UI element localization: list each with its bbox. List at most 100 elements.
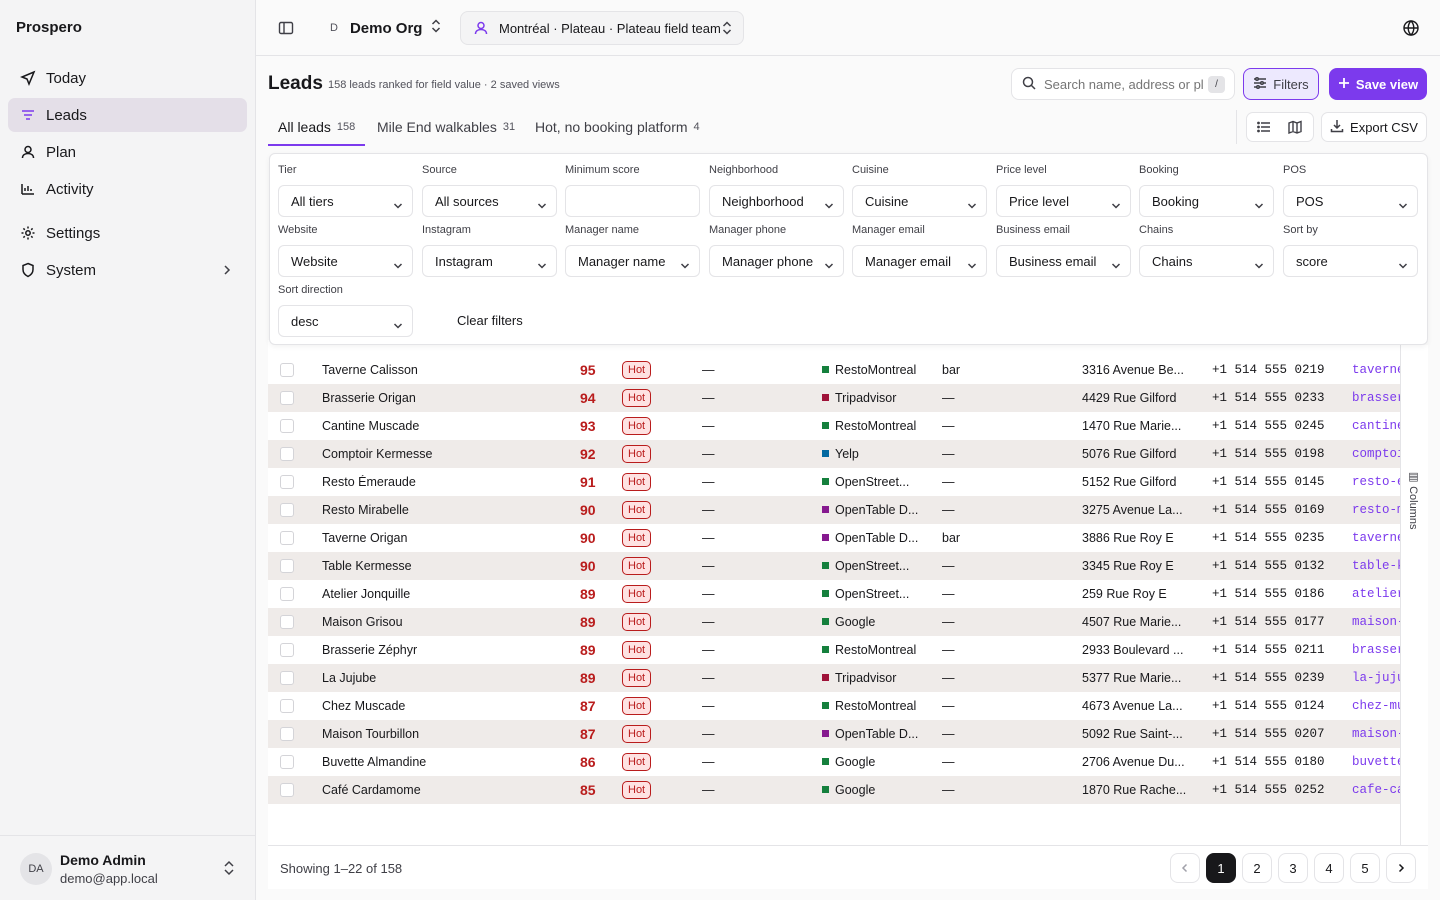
table-row[interactable]: Taverne Calisson 95 Hot — RestoMontreal bar 33…	[268, 356, 1400, 384]
lead-name[interactable]: Café Cardamome	[322, 783, 552, 797]
table-row[interactable]: Resto Émeraude 91 Hot — OpenStreet... — 5152 R…	[268, 468, 1400, 496]
lead-slug[interactable]: taverne-	[1352, 363, 1400, 377]
filter-select[interactable]: Cuisine	[852, 185, 987, 217]
row-checkbox[interactable]	[280, 391, 294, 405]
row-checkbox[interactable]	[280, 447, 294, 461]
lead-name[interactable]: Comptoir Kermesse	[322, 447, 552, 461]
sidebar-item-leads[interactable]: Leads	[8, 98, 247, 132]
page-button[interactable]: 3	[1278, 853, 1308, 883]
table-row[interactable]: Chez Muscade 87 Hot — RestoMontreal — 4673 Ave…	[268, 692, 1400, 720]
list-view-icon[interactable]	[1257, 120, 1271, 137]
table-row[interactable]: Maison Grisou 89 Hot — Google — 4507 Rue Marie…	[268, 608, 1400, 636]
sidebar-item-settings[interactable]: Settings	[8, 216, 247, 250]
filter-select[interactable]: All tiers	[278, 185, 413, 217]
table-row[interactable]: Café Cardamome 85 Hot — Google — 1870 Rue Rach…	[268, 776, 1400, 804]
filter-select[interactable]: Manager phone	[709, 245, 844, 277]
lead-name[interactable]: Buvette Almandine	[322, 755, 552, 769]
lead-slug[interactable]: chez-mu	[1352, 699, 1400, 713]
lead-slug[interactable]: table-ke	[1352, 559, 1400, 573]
table-row[interactable]: Taverne Origan 90 Hot — OpenTable D... bar 388…	[268, 524, 1400, 552]
row-checkbox[interactable]	[280, 643, 294, 657]
row-checkbox[interactable]	[280, 475, 294, 489]
save-view-button[interactable]: Save view	[1329, 68, 1427, 100]
minimum-score-input[interactable]	[565, 185, 700, 217]
row-checkbox[interactable]	[280, 615, 294, 629]
table-row[interactable]: Resto Mirabelle 90 Hot — OpenTable D... — 3275…	[268, 496, 1400, 524]
sidebar-item-today[interactable]: Today	[8, 61, 247, 95]
page-button[interactable]: 4	[1314, 853, 1344, 883]
sidebar-item-plan[interactable]: Plan	[8, 135, 247, 169]
filter-select[interactable]: Website	[278, 245, 413, 277]
filter-select[interactable]: POS	[1283, 185, 1418, 217]
row-checkbox[interactable]	[280, 559, 294, 573]
table-row[interactable]: Table Kermesse 90 Hot — OpenStreet... — 3345 R…	[268, 552, 1400, 580]
page-button[interactable]: 1	[1206, 853, 1236, 883]
filters-button[interactable]: Filters	[1243, 68, 1319, 100]
lead-name[interactable]: Table Kermesse	[322, 559, 552, 573]
lead-name[interactable]: Taverne Calisson	[322, 363, 552, 377]
prev-page-button[interactable]	[1170, 853, 1200, 883]
lead-name[interactable]: Maison Grisou	[322, 615, 552, 629]
row-checkbox[interactable]	[280, 587, 294, 601]
lead-slug[interactable]: atelier-j	[1352, 587, 1400, 601]
page-button[interactable]: 5	[1350, 853, 1380, 883]
lead-slug[interactable]: brasseri	[1352, 391, 1400, 405]
lead-slug[interactable]: buvette-	[1352, 755, 1400, 769]
lead-name[interactable]: Cantine Muscade	[322, 419, 552, 433]
filter-select[interactable]: All sources	[422, 185, 557, 217]
filter-select[interactable]: desc	[278, 305, 413, 337]
page-button[interactable]: 2	[1242, 853, 1272, 883]
filter-select[interactable]: Manager email	[852, 245, 987, 277]
org-switcher[interactable]: D Demo Org	[330, 12, 442, 44]
filter-select[interactable]: score	[1283, 245, 1418, 277]
lead-slug[interactable]: comptoi	[1352, 447, 1400, 461]
row-checkbox[interactable]	[280, 671, 294, 685]
filter-select[interactable]: Instagram	[422, 245, 557, 277]
lead-name[interactable]: Brasserie Origan	[322, 391, 552, 405]
lead-slug[interactable]: brasseri	[1352, 643, 1400, 657]
row-checkbox[interactable]	[280, 755, 294, 769]
row-checkbox[interactable]	[280, 419, 294, 433]
next-page-button[interactable]	[1386, 853, 1416, 883]
lead-slug[interactable]: maison-	[1352, 727, 1400, 741]
table-row[interactable]: Atelier Jonquille 89 Hot — OpenStreet... — 259…	[268, 580, 1400, 608]
lead-name[interactable]: Brasserie Zéphyr	[322, 643, 552, 657]
map-view-icon[interactable]	[1288, 120, 1302, 137]
lead-name[interactable]: Resto Émeraude	[322, 475, 552, 489]
lead-slug[interactable]: taverne-	[1352, 531, 1400, 545]
sidebar-toggle-icon[interactable]	[278, 20, 294, 39]
lead-name[interactable]: Taverne Origan	[322, 531, 552, 545]
lead-name[interactable]: Resto Mirabelle	[322, 503, 552, 517]
search-box[interactable]: /	[1011, 68, 1235, 100]
location-switcher[interactable]: Montréal · Plateau · Plateau field team	[460, 11, 744, 45]
tab-mile-end-walkables[interactable]: Mile End walkables 31	[377, 108, 515, 146]
lead-slug[interactable]: cafe-ca	[1352, 783, 1400, 797]
user-menu[interactable]: DA Demo Admin demo@app.local	[0, 835, 256, 900]
table-row[interactable]: Buvette Almandine 86 Hot — Google — 2706 Avenu…	[268, 748, 1400, 776]
row-checkbox[interactable]	[280, 783, 294, 797]
filter-select[interactable]: Booking	[1139, 185, 1274, 217]
search-input[interactable]	[1044, 76, 1204, 92]
row-checkbox[interactable]	[280, 363, 294, 377]
filter-select[interactable]: Manager name	[565, 245, 700, 277]
row-checkbox[interactable]	[280, 727, 294, 741]
tab-hot-no-booking[interactable]: Hot, no booking platform 4	[535, 108, 700, 146]
lead-slug[interactable]: maison-	[1352, 615, 1400, 629]
table-row[interactable]: Maison Tourbillon 87 Hot — OpenTable D... — 50…	[268, 720, 1400, 748]
clear-filters-button[interactable]: Clear filters	[457, 313, 523, 328]
lead-slug[interactable]: resto-m	[1352, 503, 1400, 517]
tab-all-leads[interactable]: All leads 158	[268, 108, 366, 146]
row-checkbox[interactable]	[280, 699, 294, 713]
lead-name[interactable]: La Jujube	[322, 671, 552, 685]
table-row[interactable]: La Jujube 89 Hot — Tripadvisor — 5377 Rue Mari…	[268, 664, 1400, 692]
export-csv-button[interactable]: Export CSV	[1321, 112, 1427, 142]
lead-name[interactable]: Chez Muscade	[322, 699, 552, 713]
filter-select[interactable]: Neighborhood	[709, 185, 844, 217]
lead-slug[interactable]: la-jujube	[1352, 671, 1400, 685]
sidebar-item-system[interactable]: System	[8, 253, 247, 287]
columns-toggle[interactable]: ▤ Columns	[1400, 345, 1428, 845]
table-row[interactable]: Comptoir Kermesse 92 Hot — Yelp — 5076 Rue Gil…	[268, 440, 1400, 468]
table-row[interactable]: Brasserie Origan 94 Hot — Tripadvisor — 4429 R…	[268, 384, 1400, 412]
row-checkbox[interactable]	[280, 503, 294, 517]
lead-name[interactable]: Maison Tourbillon	[322, 727, 552, 741]
